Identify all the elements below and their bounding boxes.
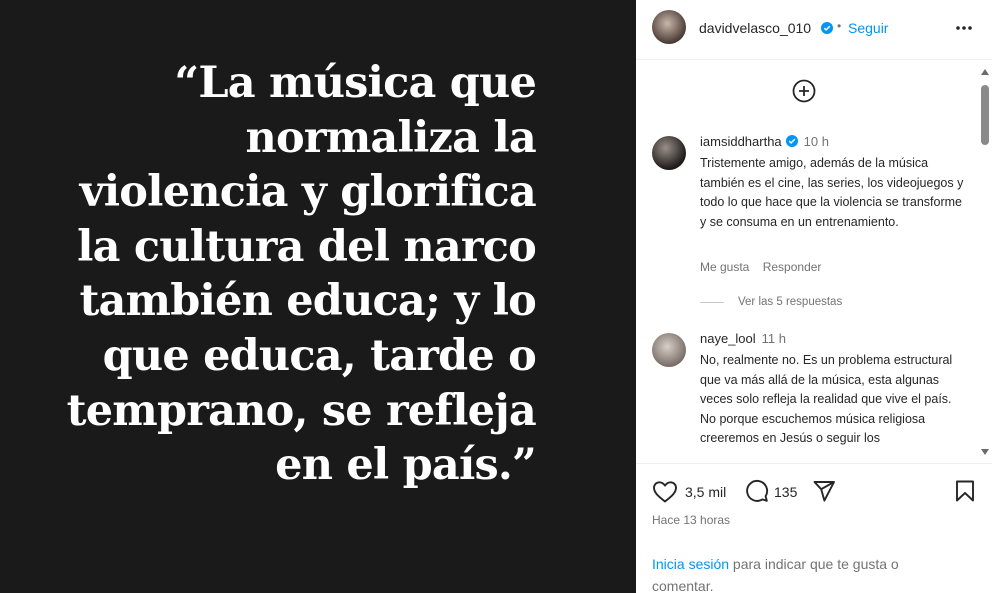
- login-prompt: Inicia sesión para indicar que te gusta …: [652, 553, 952, 593]
- comment-time: 10 h: [803, 134, 829, 149]
- share-send-icon[interactable]: [812, 479, 836, 503]
- comment-item: naye_lool 11 h No, realmente no. Es un pr…: [652, 331, 972, 463]
- comment-username[interactable]: iamsiddhartha: [700, 134, 782, 149]
- comment-bubble-icon[interactable]: [745, 479, 769, 503]
- add-circle-icon[interactable]: [792, 79, 816, 103]
- comment-actions: Me gusta Responder: [700, 260, 831, 274]
- comments-count[interactable]: 135: [774, 484, 797, 500]
- comment-username[interactable]: naye_lool: [700, 331, 756, 346]
- post-header: davidvelasco_010 • Seguir: [636, 0, 992, 60]
- scroll-down-arrow-icon[interactable]: [981, 449, 989, 455]
- comment-time: 11 h: [761, 331, 786, 346]
- owner-avatar[interactable]: [652, 10, 686, 44]
- post-side-panel: davidvelasco_010 • Seguir iamsiddhartha 1…: [636, 0, 992, 593]
- replies-divider: [700, 301, 724, 303]
- header-separator: •: [837, 19, 842, 33]
- scroll-thumb[interactable]: [981, 85, 989, 145]
- post-timestamp: Hace 13 horas: [652, 513, 731, 527]
- comment-avatar[interactable]: [652, 333, 686, 367]
- post-quote-text: “La música que normaliza la violencia y …: [66, 58, 537, 491]
- comment-item: iamsiddhartha 10 h Tristemente amigo, ade…: [652, 134, 972, 314]
- verified-badge-icon: [785, 135, 798, 147]
- comment-header: naye_lool 11 h: [700, 331, 786, 346]
- view-replies-button[interactable]: Ver las 5 respuestas: [700, 296, 842, 308]
- view-replies-label: Ver las 5 respuestas: [738, 296, 843, 308]
- follow-button[interactable]: Seguir: [848, 20, 888, 36]
- verified-badge-icon: [821, 22, 833, 34]
- comment-reply-button[interactable]: Responder: [763, 260, 822, 274]
- scroll-up-arrow-icon[interactable]: [981, 69, 989, 75]
- more-options-icon[interactable]: [954, 18, 974, 38]
- comments-scrollbar[interactable]: [978, 65, 992, 463]
- owner-username[interactable]: davidvelasco_010: [699, 20, 811, 36]
- comment-text: No, realmente no. Es un problema estruct…: [700, 353, 953, 445]
- comments-list[interactable]: iamsiddhartha 10 h Tristemente amigo, ade…: [636, 61, 992, 463]
- heart-icon[interactable]: [652, 480, 678, 504]
- comment-header: iamsiddhartha 10 h: [700, 134, 829, 149]
- post-image: “La música que normaliza la violencia y …: [0, 0, 636, 593]
- comment-avatar[interactable]: [652, 136, 686, 170]
- login-link[interactable]: Inicia sesión: [652, 556, 729, 572]
- post-actions-bar: 3,5 mil 135 Hace 13 horas Inicia sesión …: [636, 463, 992, 593]
- comment-like-button[interactable]: Me gusta: [700, 260, 749, 274]
- bookmark-icon[interactable]: [954, 479, 976, 503]
- comment-text: Tristemente amigo, además de la música t…: [700, 156, 964, 229]
- likes-count[interactable]: 3,5 mil: [685, 484, 726, 500]
